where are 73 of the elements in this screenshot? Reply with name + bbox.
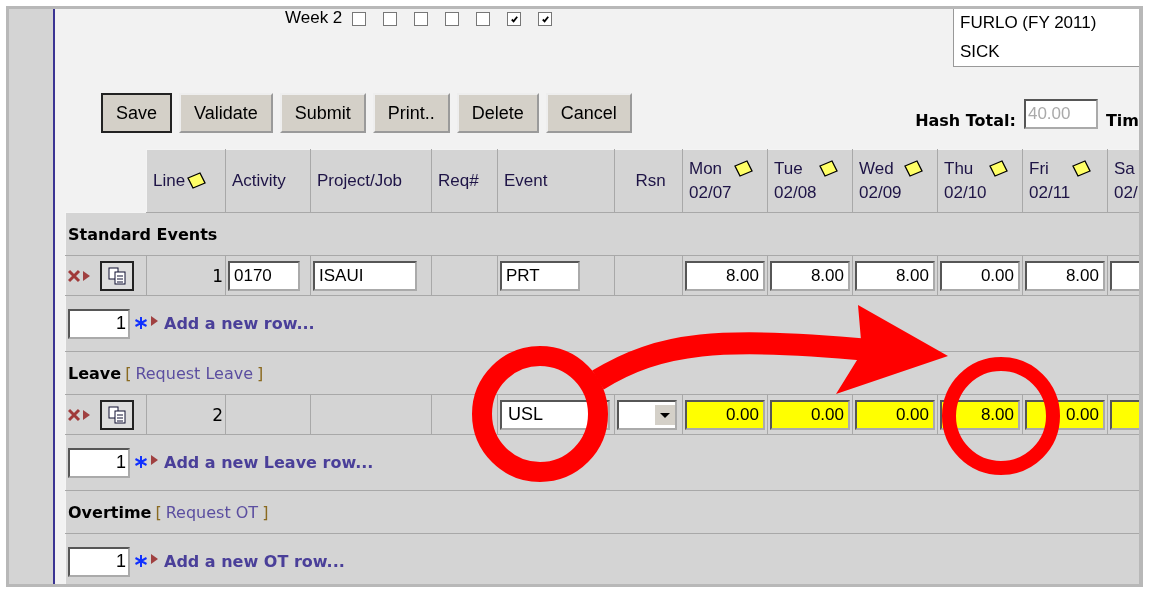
list-box[interactable]: FURLO (FY 2011) SICK: [953, 9, 1139, 67]
hours-field[interactable]: 0.00: [685, 399, 765, 430]
toolbar-button[interactable]: Validate: [179, 93, 273, 133]
toolbar-button[interactable]: Submit: [279, 93, 366, 133]
request-link[interactable]: Request Leave: [135, 363, 254, 383]
checkbox[interactable]: [507, 12, 522, 26]
bracket: [: [125, 363, 132, 383]
column-header: Mon 02/07: [689, 158, 732, 204]
note-icon[interactable]: [185, 171, 208, 191]
line-number: 1: [212, 265, 223, 286]
copy-button[interactable]: [100, 399, 134, 430]
hours-field[interactable]: 0.00: [940, 260, 1020, 291]
toolbar-button[interactable]: Print..: [372, 93, 450, 133]
row-count-field[interactable]: 1: [68, 546, 130, 577]
checkbox[interactable]: [414, 12, 429, 26]
hours-field[interactable]: 8.00: [855, 260, 935, 291]
column-header: Req#: [438, 170, 479, 192]
hours-field[interactable]: 0.00: [855, 399, 935, 430]
delete-icon[interactable]: [68, 407, 92, 422]
add-row-link[interactable]: Add a new Leave row...: [164, 453, 374, 472]
hours-field[interactable]: 8.00: [1025, 260, 1105, 291]
note-icon[interactable]: [986, 159, 1009, 179]
column-header: Project/Job: [317, 170, 403, 192]
add-row-link[interactable]: Add a new row...: [164, 314, 315, 333]
bracket: [: [155, 502, 162, 522]
column-header: Line: [153, 170, 186, 192]
column-header: Wed 02/09: [859, 158, 902, 204]
section-title: Leave: [68, 363, 122, 383]
column-header: Activity: [232, 170, 286, 192]
hash-total-label: Hash Total:: [915, 111, 1016, 130]
add-row-link[interactable]: Add a new OT row...: [164, 552, 345, 571]
checkbox[interactable]: [445, 12, 460, 26]
checkbox[interactable]: [383, 12, 398, 26]
project-field[interactable]: ISAUI: [313, 260, 417, 291]
checkbox[interactable]: [538, 12, 553, 26]
checkbox[interactable]: [352, 12, 367, 26]
column-header: Sa 02/: [1114, 158, 1138, 204]
check-icon: [540, 14, 550, 24]
copy-button[interactable]: [100, 260, 134, 291]
copy-icon[interactable]: [107, 266, 127, 285]
row-count-field[interactable]: 1: [68, 447, 130, 478]
hours-field[interactable]: 8.00: [770, 260, 850, 291]
column-header: Fri 02/11: [1029, 158, 1071, 204]
column-header: Thu 02/10: [944, 158, 987, 204]
cut-label: Tim: [1105, 111, 1139, 130]
column-header: Tue 02/08: [774, 158, 817, 204]
section-title: Overtime: [68, 502, 152, 522]
caret-icon[interactable]: [655, 404, 675, 425]
request-link[interactable]: Request OT: [165, 502, 259, 522]
event-field[interactable]: PRT: [500, 260, 580, 291]
hours-field[interactable]: 0.00: [770, 399, 850, 430]
column-header: Rsn: [635, 170, 666, 192]
copy-icon[interactable]: [107, 405, 127, 424]
section-title: Standard Events: [68, 224, 218, 244]
bracket: ]: [262, 502, 269, 522]
bracket: ]: [257, 363, 264, 383]
note-icon[interactable]: [816, 159, 839, 179]
row-count-field[interactable]: 1: [68, 308, 130, 339]
hours-field[interactable]: 8.00: [685, 260, 765, 291]
toolbar-button[interactable]: Save: [101, 93, 173, 133]
toolbar-button[interactable]: Cancel: [545, 93, 632, 133]
note-icon[interactable]: [901, 159, 924, 179]
check-icon: [509, 14, 519, 24]
toolbar-button[interactable]: Delete: [456, 93, 539, 133]
note-icon[interactable]: [731, 159, 754, 179]
activity-field[interactable]: 0170: [228, 260, 300, 291]
reason-dropdown[interactable]: [617, 399, 677, 430]
line-number: 2: [212, 404, 223, 425]
note-icon[interactable]: [1070, 159, 1093, 179]
checkbox[interactable]: [476, 12, 491, 26]
delete-icon[interactable]: [68, 268, 92, 283]
week-label: Week 2: [285, 9, 343, 29]
column-header: Event: [504, 170, 548, 192]
